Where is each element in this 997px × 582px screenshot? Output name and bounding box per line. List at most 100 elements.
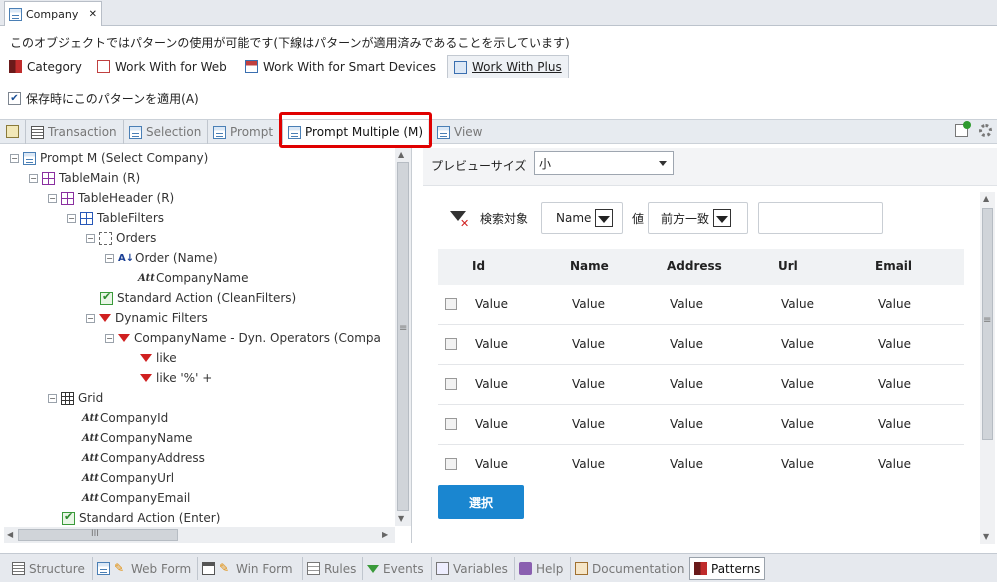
scrollbar-thumb[interactable]: ≡ <box>982 208 993 440</box>
action-icon <box>100 290 113 305</box>
scroll-up-arrow[interactable]: ▲ <box>983 194 989 203</box>
grid-header-row: Id Name Address Url Email <box>438 249 964 285</box>
instance-tab-label: Prompt <box>230 125 274 139</box>
tree-node[interactable]: Standard Action (CleanFilters) <box>100 289 296 307</box>
tab-variables[interactable]: Variables <box>431 557 512 580</box>
tree-node[interactable]: Att CompanyEmail <box>82 489 190 507</box>
chevron-down-icon <box>713 209 732 227</box>
row-checkbox[interactable] <box>445 338 457 350</box>
select-button[interactable]: 選択 <box>438 485 524 519</box>
apply-on-save-row[interactable]: ✔ 保存時にこのパターンを適用(A) <box>8 90 199 107</box>
column-header-address: Address <box>667 259 722 273</box>
operator-select[interactable]: 前方一致 <box>648 202 748 234</box>
tab-patterns[interactable]: Patterns <box>689 557 766 580</box>
instance-tab-prompt[interactable]: Prompt <box>207 120 278 144</box>
instance-tab-label: View <box>454 125 483 139</box>
pattern-tab-work-with-web[interactable]: Work With for Web <box>90 55 234 78</box>
tab-events[interactable]: Events <box>362 557 428 580</box>
instance-tab-label: Selection <box>146 125 202 139</box>
tree-node[interactable]: like <box>140 349 177 367</box>
tab-structure[interactable]: Structure <box>8 557 89 580</box>
apply-on-save-checkbox[interactable]: ✔ <box>8 92 21 105</box>
filter-value-input[interactable] <box>758 202 883 234</box>
scroll-down-arrow[interactable]: ▼ <box>983 532 989 541</box>
pattern-tab-label: Work With for Web <box>115 59 227 74</box>
table-row[interactable]: Value Value Value Value Value <box>438 285 964 325</box>
row-checkbox[interactable] <box>445 458 457 470</box>
instance-tab-transaction[interactable]: Transaction <box>25 120 122 144</box>
scroll-left-arrow[interactable]: ◀ <box>7 530 13 539</box>
document-tab-company[interactable]: Company ✕ <box>4 1 102 26</box>
row-checkbox[interactable] <box>445 378 457 390</box>
tree-node[interactable]: Att CompanyAddress <box>82 449 205 467</box>
pattern-tab-label: Work With for Smart Devices <box>263 59 436 74</box>
tree-node[interactable]: − Dynamic Filters <box>86 309 208 327</box>
orders-icon <box>99 231 112 245</box>
tree-node[interactable]: − TableFilters <box>67 209 164 227</box>
pattern-tab-category[interactable]: Category <box>2 55 89 78</box>
row-checkbox[interactable] <box>445 418 457 430</box>
form-icon <box>23 151 36 165</box>
tree-node[interactable]: − A↓ Order (Name) <box>105 249 218 267</box>
add-instance-icon[interactable] <box>955 121 971 137</box>
tree-node[interactable]: like '%' + <box>140 369 212 387</box>
tree-node[interactable]: − TableHeader (R) <box>48 189 174 207</box>
scrollbar-thumb[interactable]: ≡ <box>397 162 409 511</box>
tab-win-form[interactable]: ✎ Win Form <box>197 557 297 580</box>
search-field-select[interactable]: Name <box>541 202 623 234</box>
patterns-icon <box>694 562 707 575</box>
table-row[interactable]: Value Value Value Value Value <box>438 325 964 365</box>
clear-filter-icon[interactable]: ✕ <box>450 209 470 230</box>
preview-size-select[interactable]: 小 <box>534 151 674 175</box>
form-icon <box>9 7 22 21</box>
scroll-down-arrow[interactable]: ▼ <box>398 514 404 523</box>
filter-icon <box>140 374 152 382</box>
tree-node[interactable]: Att CompanyName <box>138 269 249 287</box>
gear-icon[interactable] <box>979 124 992 137</box>
table-row[interactable]: Value Value Value Value Value <box>438 405 964 445</box>
tree-node[interactable]: − Orders <box>86 229 156 247</box>
pencil-icon: ✎ <box>114 561 125 575</box>
tree-node[interactable]: − Prompt M (Select Company) <box>10 149 208 167</box>
tree-node[interactable]: − Grid <box>48 389 103 407</box>
tab-documentation[interactable]: Documentation <box>570 557 689 580</box>
table-row[interactable]: Value Value Value Value Value <box>438 365 964 405</box>
tree-node[interactable]: Att CompanyUrl <box>82 469 174 487</box>
tab-web-form[interactable]: ✎ Web Form <box>92 557 195 580</box>
scrollbar-thumb[interactable]: III <box>18 529 178 541</box>
tree-vertical-scrollbar[interactable]: ▲ ≡ ▼ <box>395 148 411 526</box>
tree-node[interactable]: Standard Action (Enter) <box>62 509 220 527</box>
tree-node[interactable]: − CompanyName - Dyn. Operators (Compa <box>105 329 381 347</box>
tree-node[interactable]: − TableMain (R) <box>29 169 140 187</box>
instance-tab-label: Transaction <box>48 125 117 139</box>
preview-panel: プレビューサイズ 小 ✕ 検索対象 Name 値 前方一致 Id Name Ad… <box>423 148 997 546</box>
action-icon <box>62 510 75 525</box>
scroll-right-arrow[interactable]: ▶ <box>382 530 388 539</box>
column-header-name: Name <box>570 259 609 273</box>
instance-tab-selection[interactable]: Selection <box>123 120 206 144</box>
attribute-icon: Att <box>82 492 99 504</box>
scroll-up-arrow[interactable]: ▲ <box>398 150 404 159</box>
bottom-tab-bar: Structure ✎ Web Form ✎ Win Form Rules Ev… <box>0 553 997 582</box>
tree-horizontal-scrollbar[interactable]: ◀ III ▶ <box>4 527 395 543</box>
preview-vertical-scrollbar[interactable]: ▲ ≡ ▼ <box>980 192 995 544</box>
tab-rules[interactable]: Rules <box>302 557 360 580</box>
structure-icon <box>12 562 25 575</box>
tab-help[interactable]: Help <box>514 557 567 580</box>
tree-node[interactable]: Att CompanyName <box>82 429 193 447</box>
attribute-icon: Att <box>138 272 155 284</box>
pattern-tab-smart-devices[interactable]: Work With for Smart Devices <box>238 55 443 78</box>
window-icon <box>202 562 215 575</box>
tree-node[interactable]: Att CompanyId <box>82 409 168 427</box>
help-book-icon <box>519 562 532 575</box>
close-icon[interactable]: ✕ <box>89 9 97 20</box>
pattern-tab-work-with-plus[interactable]: Work With Plus <box>447 55 569 78</box>
sort-icon: A↓ <box>118 252 135 264</box>
table-row[interactable]: Value Value Value Value Value <box>438 445 964 485</box>
form-icon <box>213 125 226 139</box>
filter-icon <box>118 334 130 342</box>
chevron-down-icon <box>659 161 667 166</box>
row-checkbox[interactable] <box>445 298 457 310</box>
work-with-plus-icon <box>454 60 467 74</box>
instance-tab-view[interactable]: View <box>431 120 487 144</box>
